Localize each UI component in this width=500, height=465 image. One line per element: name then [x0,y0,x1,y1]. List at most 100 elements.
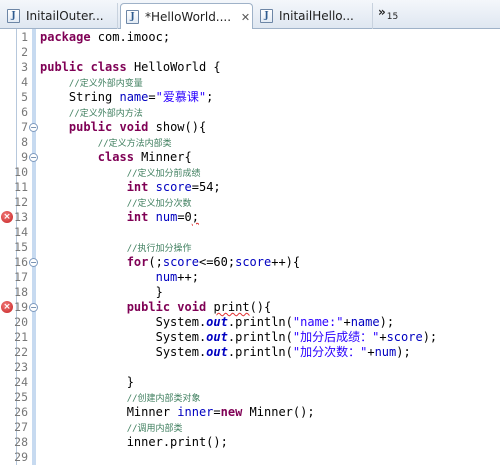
error-token: print [213,300,250,314]
field-token: num [155,270,178,284]
code-line[interactable]: 12 //定义加分次数 [0,195,500,210]
code-token: String [40,90,120,104]
code-text: Minner inner=new Minner(); [40,405,315,420]
code-token: = [148,90,156,104]
code-line[interactable]: 25 //创建内部类对象 [0,390,500,405]
code-token: } [40,375,134,389]
code-text: String name="爱慕课"; [40,90,213,105]
code-token: Minner [40,405,178,419]
code-token: (; [148,255,163,269]
code-line[interactable]: 24 } [0,375,500,390]
keyword-token: class [90,60,127,74]
code-line[interactable]: 22 System.out.println("加分次数："+num); [0,345,500,360]
code-line[interactable]: 2 [0,45,500,60]
code-line[interactable]: 8 //定义方法内部类 [0,135,500,150]
line-number: 4 [21,75,28,89]
code-token: =0 [177,210,192,224]
field-token: num [155,210,178,224]
error-token: ; [191,210,199,224]
comment-token: //定义加分前成绩 [126,169,201,179]
comment-token: //调用内部类 [126,424,183,434]
tab-initail-outer[interactable]: J InitailOuter... [2,3,118,29]
code-line[interactable]: 28 inner.print(); [0,435,500,450]
keyword-token: int [126,180,149,194]
code-line[interactable]: 15 //执行加分操作 [0,240,500,255]
code-line[interactable]: 4 //定义外部内变量 [0,75,500,90]
line-number: 23 [14,360,28,374]
code-line[interactable]: 20 System.out.println("name:"+name); [0,315,500,330]
code-line[interactable]: 5 String name="爱慕课"; [0,90,500,105]
keyword-token: class [97,150,134,164]
static-field-token: out [206,315,228,329]
java-file-icon: J [260,9,273,23]
line-number: 28 [14,435,28,449]
code-text: public class HelloWorld { [40,60,221,75]
code-line[interactable]: 1 package com.imooc; [0,30,500,45]
code-token: + [343,315,351,329]
fold-collapse-icon[interactable]: − [29,303,38,312]
editor-tab-bar: J InitailOuter... J *HelloWorld.... ✕ J … [0,0,500,30]
code-token: com.imooc; [90,30,171,44]
field-token: score [162,255,199,269]
code-line[interactable]: 7− public void show(){ [0,120,500,135]
code-token: .println( [227,315,293,329]
code-text: num++; [40,270,199,285]
line-number: 25 [14,390,28,404]
chevron-double-right-icon: » [378,5,386,19]
fold-collapse-icon[interactable]: − [29,123,38,132]
code-line[interactable]: 23 [0,360,500,375]
code-text: inner.print(); [40,435,228,450]
close-icon[interactable]: ✕ [239,11,252,24]
code-line[interactable]: 17 num++; [0,270,500,285]
tab-hello-world[interactable]: J *HelloWorld.... ✕ [120,3,253,30]
code-line[interactable]: 14 [0,225,500,240]
tab-overflow-button[interactable]: » 15 [378,5,398,22]
tab-initail-hello[interactable]: J InitailHello... [255,3,373,29]
line-number: 29 [14,450,28,464]
tab-label: InitailOuter... [26,9,104,23]
code-text: public void print(){ [40,300,272,315]
code-line[interactable]: × 13 int num=0; [0,210,500,225]
line-number: 9 [21,150,28,164]
line-number: 10 [14,165,28,179]
code-line[interactable]: 27 //调用内部类 [0,420,500,435]
code-text: class Minner{ [40,150,192,165]
code-line[interactable]: 9− class Minner{ [0,150,500,165]
code-text: } [40,285,163,300]
keyword-token: package [40,30,91,44]
fold-collapse-icon[interactable]: − [29,258,38,267]
fold-collapse-icon[interactable]: − [29,153,38,162]
field-token: score [235,255,272,269]
code-line[interactable]: × 19− public void print(){ [0,300,500,315]
code-line[interactable]: 29 [0,450,500,465]
keyword-token: public [126,300,171,314]
code-token: } [40,285,163,299]
code-text: for(;score<=60;score++){ [40,255,300,270]
line-number: 8 [21,135,28,149]
code-line[interactable]: 10 //定义加分前成绩 [0,165,500,180]
static-field-token: out [206,345,228,359]
line-number: 26 [14,405,28,419]
line-number: 6 [21,105,28,119]
comment-token: //定义方法内部类 [97,139,172,149]
code-line[interactable]: 16− for(;score<=60;score++){ [0,255,500,270]
code-line[interactable]: 3 public class HelloWorld { [0,60,500,75]
field-token: name [350,315,380,329]
code-line[interactable]: 6 //定义外部内方法 [0,105,500,120]
hidden-tab-count: 15 [386,12,399,22]
code-token: =54; [191,180,221,194]
line-number: 5 [21,90,28,104]
code-line[interactable]: 11 int score=54; [0,180,500,195]
code-line[interactable]: 18 } [0,285,500,300]
code-editor[interactable]: 1 package com.imooc; 2 3 public class HelloW… [0,29,500,465]
code-line[interactable]: 21 System.out.println("加分后成绩："+score); [0,330,500,345]
code-line[interactable]: 26 Minner inner=new Minner(); [0,405,500,420]
